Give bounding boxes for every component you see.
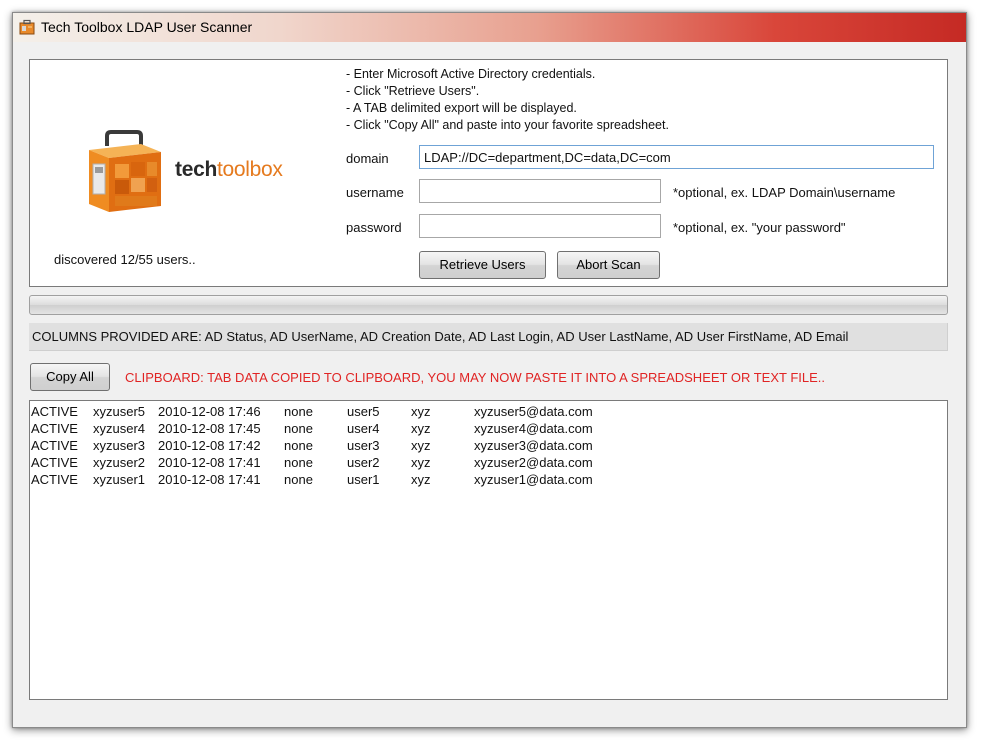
created-cell: 2010-12-08 17:41 [158, 472, 261, 487]
copy-all-button[interactable]: Copy All [30, 363, 110, 391]
created-cell: 2010-12-08 17:41 [158, 455, 261, 470]
status-cell: ACTIVE [31, 472, 78, 487]
results-output[interactable]: ACTIVE xyzuser5 2010-12-08 17:46 none user5 x… [29, 400, 948, 700]
scan-progress-bar [29, 295, 948, 315]
lastname-cell: user2 [347, 455, 380, 470]
created-cell: 2010-12-08 17:42 [158, 438, 261, 453]
result-row: ACTIVE xyzuser5 2010-12-08 17:46 none user5 x… [31, 403, 946, 420]
instruction-line: - Click "Retrieve Users". [346, 84, 480, 98]
username-cell: xyzuser4 [93, 421, 146, 436]
firstname-cell: xyz [411, 472, 431, 487]
status-cell: ACTIVE [31, 455, 78, 470]
toolbox-logo-icon [89, 130, 161, 212]
lastname-cell: user1 [347, 472, 380, 487]
password-label: password [346, 220, 402, 235]
domain-label: domain [346, 151, 389, 166]
status-cell: ACTIVE [31, 404, 78, 419]
username-cell: xyzuser2 [93, 455, 146, 470]
username-cell: xyzuser1 [93, 472, 146, 487]
logo-tech-text: tech [175, 158, 217, 181]
instructions: - Enter Microsoft Active Directory crede… [346, 66, 669, 134]
lastlogin-cell: none [284, 421, 313, 436]
username-label: username [346, 185, 404, 200]
instruction-line: - Enter Microsoft Active Directory crede… [346, 67, 596, 81]
instruction-line: - Click "Copy All" and paste into your f… [346, 118, 669, 132]
firstname-cell: xyz [411, 438, 431, 453]
email-cell: xyzuser2@data.com [474, 455, 593, 470]
domain-input[interactable] [419, 145, 934, 169]
lastname-cell: user5 [347, 404, 380, 419]
created-cell: 2010-12-08 17:46 [158, 404, 261, 419]
result-row: ACTIVE xyzuser4 2010-12-08 17:45 none user4 x… [31, 420, 946, 437]
status-cell: ACTIVE [31, 438, 78, 453]
firstname-cell: xyz [411, 404, 431, 419]
email-cell: xyzuser1@data.com [474, 472, 593, 487]
username-hint: *optional, ex. LDAP Domain\username [673, 185, 896, 200]
email-cell: xyzuser3@data.com [474, 438, 593, 453]
app-window: Tech Toolbox LDAP User Scanner techtoolb… [12, 12, 967, 728]
result-row: ACTIVE xyzuser3 2010-12-08 17:42 none user3 x… [31, 437, 946, 454]
lastname-cell: user4 [347, 421, 380, 436]
created-cell: 2010-12-08 17:45 [158, 421, 261, 436]
firstname-cell: xyz [411, 421, 431, 436]
result-row: ACTIVE xyzuser1 2010-12-08 17:41 none user1 x… [31, 471, 946, 488]
lastlogin-cell: none [284, 404, 313, 419]
toolbox-icon [19, 19, 35, 35]
lastlogin-cell: none [284, 472, 313, 487]
clipboard-message: CLIPBOARD: TAB DATA COPIED TO CLIPBOARD,… [125, 370, 826, 385]
retrieve-users-button[interactable]: Retrieve Users [419, 251, 546, 279]
username-cell: xyzuser5 [93, 404, 146, 419]
lastname-cell: user3 [347, 438, 380, 453]
columns-info: COLUMNS PROVIDED ARE: AD Status, AD User… [29, 323, 948, 351]
username-cell: xyzuser3 [93, 438, 146, 453]
password-hint: *optional, ex. "your password" [673, 220, 846, 235]
firstname-cell: xyz [411, 455, 431, 470]
discovered-status: discovered 12/55 users.. [54, 252, 196, 267]
status-cell: ACTIVE [31, 421, 78, 436]
lastlogin-cell: none [284, 438, 313, 453]
title-bar[interactable]: Tech Toolbox LDAP User Scanner [13, 13, 966, 42]
result-row: ACTIVE xyzuser2 2010-12-08 17:41 none user2 x… [31, 454, 946, 471]
credentials-panel: techtoolbox discovered 12/55 users.. - E… [29, 59, 948, 287]
username-input[interactable] [419, 179, 661, 203]
password-input[interactable] [419, 214, 661, 238]
lastlogin-cell: none [284, 455, 313, 470]
techtoolbox-logo-text: techtoolbox [175, 158, 283, 182]
email-cell: xyzuser4@data.com [474, 421, 593, 436]
logo-toolbox-text: toolbox [216, 158, 283, 181]
email-cell: xyzuser5@data.com [474, 404, 593, 419]
instruction-line: - A TAB delimited export will be display… [346, 101, 577, 115]
abort-scan-button[interactable]: Abort Scan [557, 251, 660, 279]
window-title: Tech Toolbox LDAP User Scanner [41, 19, 253, 35]
